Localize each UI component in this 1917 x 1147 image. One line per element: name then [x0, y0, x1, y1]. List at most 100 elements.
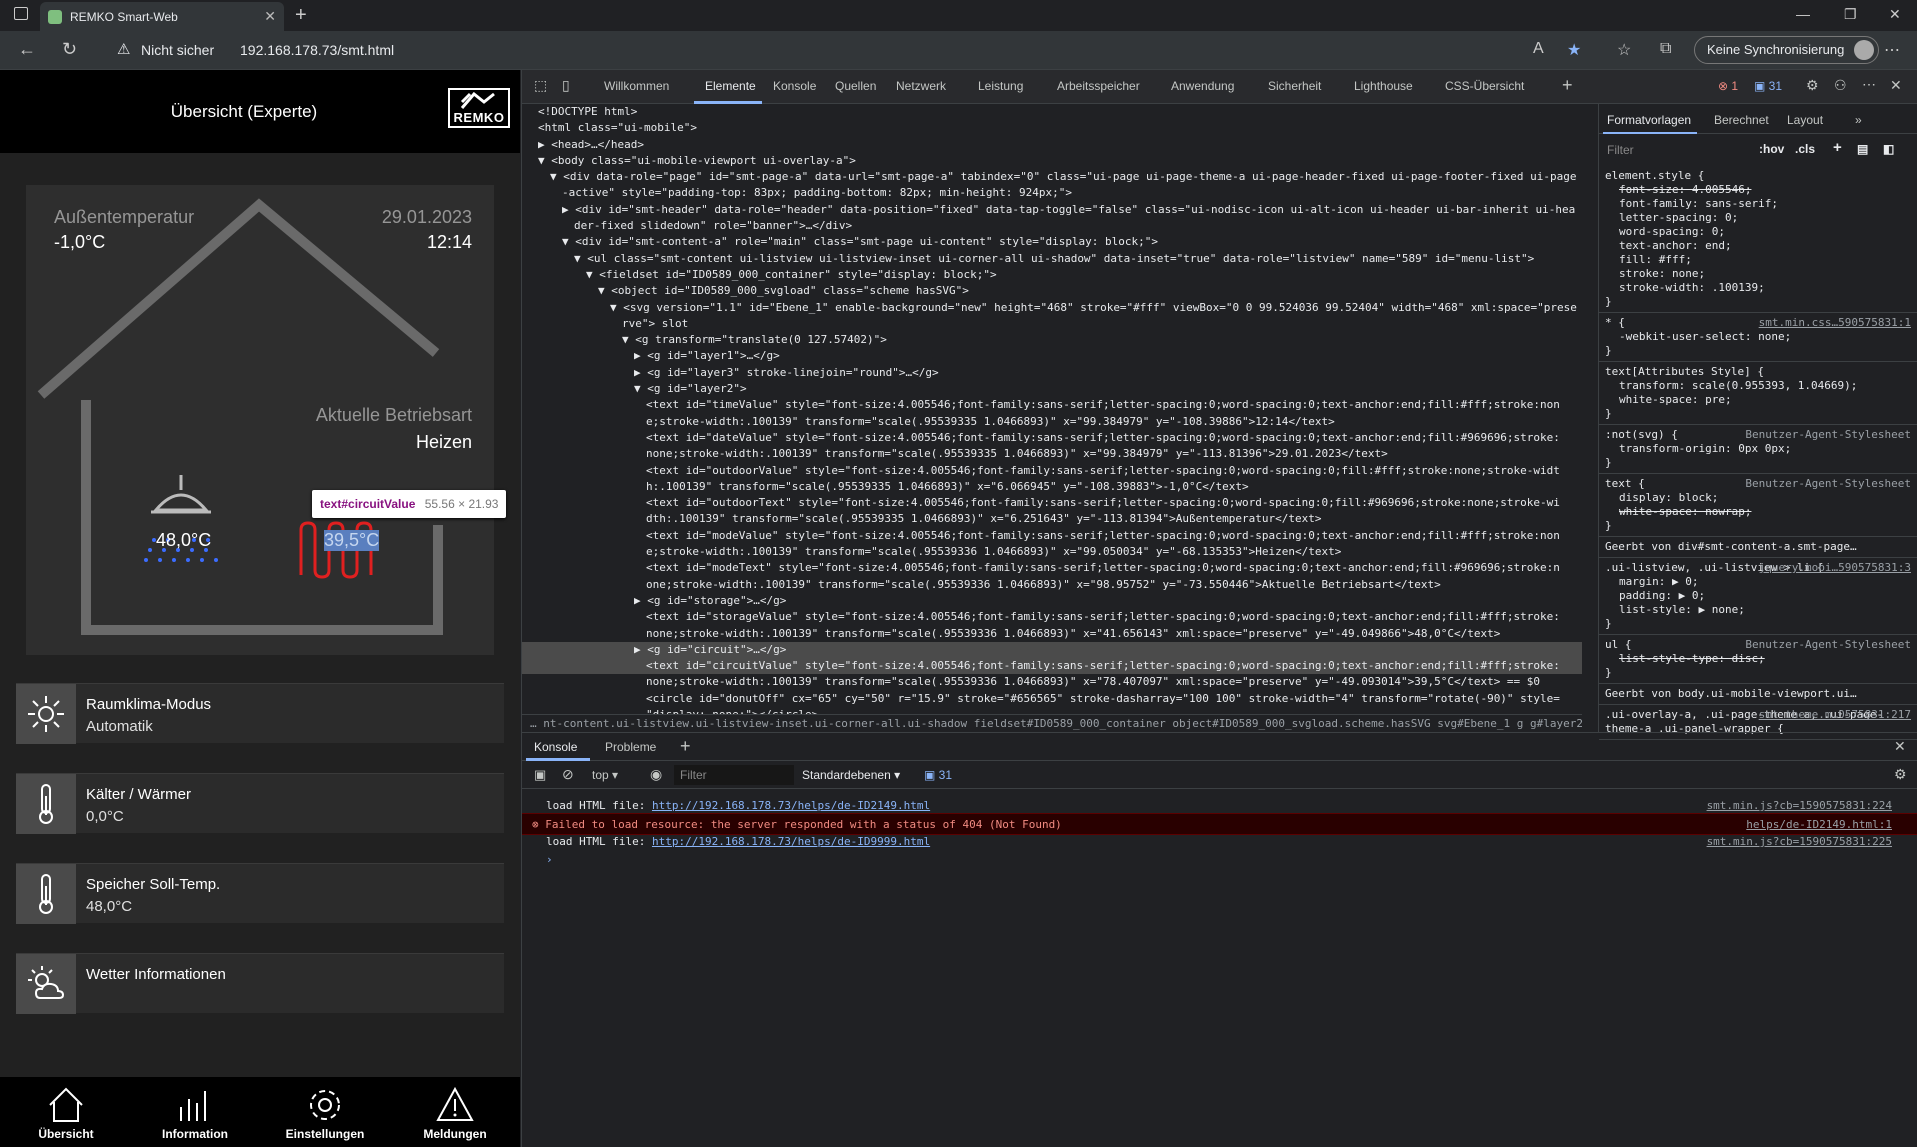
sync-button[interactable]: Keine Synchronisierung [1694, 36, 1880, 64]
nav-uebersicht[interactable]: Übersicht [1, 1077, 131, 1147]
tab-anwendung[interactable]: Anwendung [1171, 79, 1234, 93]
read-aloud-icon[interactable]: A [1533, 40, 1544, 58]
dom-node-line[interactable]: ▶ <g id="layer1">…</g> [522, 348, 1582, 364]
tab-quellen[interactable]: Quellen [835, 79, 876, 93]
menu-item-kaelter-waermer[interactable]: Kälter / Wärmer 0,0°C [16, 773, 504, 834]
style-property[interactable]: list-style: ▶ none; [1605, 603, 1911, 617]
style-property[interactable]: letter-spacing: 0; [1605, 211, 1911, 225]
tab-actions-icon[interactable] [14, 7, 28, 20]
dom-node-line[interactable]: ▼ <fieldset id="ID0589_000_container" st… [522, 267, 1582, 283]
console-link[interactable]: http://192.168.178.73/helps/de-ID9999.ht… [652, 835, 930, 848]
nav-information[interactable]: Information [130, 1077, 260, 1147]
dom-node-line[interactable]: ▼ <body class="ui-mobile-viewport ui-ove… [522, 153, 1582, 169]
restore-icon[interactable]: ❐ [1844, 6, 1857, 23]
url-field[interactable]: 192.168.178.73/smt.html [240, 42, 394, 58]
dom-node-line[interactable]: <text id="dateValue" style="font-size:4.… [522, 430, 1582, 446]
style-rule[interactable]: element.style {font-size: 4.005546; font-… [1599, 166, 1917, 313]
clear-console-icon[interactable]: ⊘ [562, 766, 574, 783]
style-property[interactable]: text-anchor: end; [1605, 239, 1911, 253]
menu-item-raumklima[interactable]: Raumklima-Modus Automatik [16, 683, 504, 744]
add-tab-icon[interactable]: + [1562, 75, 1573, 96]
dom-node-line[interactable]: <text id="outdoorText" style="font-size:… [522, 495, 1582, 511]
issues-badge[interactable]: ▣ 31 [924, 768, 952, 782]
breadcrumb[interactable]: … nt-content.ui-listview.ui-listview-ins… [522, 714, 1582, 732]
sidebar-toggle-icon[interactable]: ◧ [1883, 142, 1894, 156]
dom-node-line[interactable]: <text id="modeText" style="font-size:4.0… [522, 560, 1582, 576]
new-rule-icon[interactable]: + [1833, 139, 1842, 156]
dom-node-line[interactable]: h:.100139" transform="scale(.95539335 1.… [522, 479, 1582, 495]
style-property[interactable]: font-family: sans-serif; [1605, 197, 1911, 211]
style-property[interactable]: stroke: none; [1605, 267, 1911, 281]
dom-node-line[interactable]: ▼ <svg version="1.1" id="Ebene_1" enable… [522, 300, 1582, 316]
browser-tab[interactable]: REMKO Smart-Web ✕ [40, 2, 284, 31]
dom-node-line[interactable]: ▼ <object id="ID0589_000_svgload" class=… [522, 283, 1582, 299]
close-drawer-icon[interactable]: ✕ [1894, 738, 1906, 755]
tab-konsole[interactable]: Konsole [773, 79, 816, 93]
dom-node-line[interactable]: der-fixed slidedown" role="banner">…</di… [522, 218, 1582, 234]
collections-icon[interactable]: ⧉ [1660, 40, 1671, 58]
drawer-tab-konsole[interactable]: Konsole [534, 740, 577, 754]
dom-node-line[interactable]: e;stroke-width:.100139" transform="scale… [522, 414, 1582, 430]
device-toggle-icon[interactable]: ▯ [562, 77, 570, 94]
context-select[interactable]: top ▾ [592, 768, 618, 782]
console-settings-icon[interactable]: ⚙ [1894, 766, 1907, 783]
dom-node-line[interactable]: ▼ <ul class="smt-content ui-listview ui-… [522, 251, 1582, 267]
style-rule[interactable]: * {smt.min.css…590575831:1 -webkit-user-s… [1599, 313, 1917, 362]
dom-node-line[interactable]: ▶ <div id="smt-header" data-role="header… [522, 202, 1582, 218]
dom-node-line[interactable]: <text id="circuitValue" style="font-size… [522, 658, 1582, 675]
close-devtools-icon[interactable]: ✕ [1890, 77, 1902, 94]
add-drawer-tab-icon[interactable]: + [680, 736, 691, 757]
levels-select[interactable]: Standardebenen ▾ [802, 768, 900, 782]
dom-node-line[interactable]: e;stroke-width:.100139" transform="scale… [522, 544, 1582, 560]
style-property[interactable]: white-space: pre; [1605, 393, 1911, 407]
dom-node-line[interactable]: <!DOCTYPE html> [522, 104, 1582, 120]
dom-node-line[interactable]: <text id="storageValue" style="font-size… [522, 609, 1582, 625]
minimize-icon[interactable]: — [1796, 6, 1810, 22]
dom-node-line[interactable]: <text id="outdoorValue" style="font-size… [522, 463, 1582, 479]
dom-node-line[interactable]: ▼ <div data-role="page" id="smt-page-a" … [522, 169, 1582, 185]
hov-button[interactable]: :hov [1759, 142, 1784, 156]
new-tab-icon[interactable]: + [295, 4, 307, 27]
style-rule[interactable]: .ui-listview, .ui-listview > li {jquery.… [1599, 558, 1917, 635]
dom-node-line[interactable]: ▼ <div id="smt-content-a" role="main" cl… [522, 234, 1582, 250]
dom-node-line[interactable]: "display: none;"></circle> [522, 707, 1582, 714]
menu-item-speicher-soll[interactable]: Speicher Soll-Temp. 48,0°C [16, 863, 504, 924]
tab-netzwerk[interactable]: Netzwerk [896, 79, 946, 93]
style-property[interactable]: word-spacing: 0; [1605, 225, 1911, 239]
dom-node-line[interactable]: dth:.100139" transform="scale(.95539335 … [522, 511, 1582, 527]
tab-layout[interactable]: Layout [1787, 113, 1823, 127]
more-menu-icon[interactable]: ⋯ [1884, 40, 1900, 60]
dom-node-line[interactable]: none;stroke-width:.100139" transform="sc… [522, 674, 1582, 690]
eye-icon[interactable]: ◉ [650, 766, 662, 783]
nav-einstellungen[interactable]: Einstellungen [260, 1077, 390, 1147]
console-filter-input[interactable]: Filter [674, 765, 794, 785]
inspect-icon[interactable]: ⬚ [534, 77, 547, 94]
style-rule[interactable]: text {Benutzer-Agent-Stylesheet display: … [1599, 474, 1917, 537]
favorites-icon[interactable]: ☆ [1617, 40, 1631, 60]
tab-sicherheit[interactable]: Sicherheit [1268, 79, 1321, 93]
style-property[interactable]: transform-origin: 0px 0px; [1605, 442, 1911, 456]
connect-icon[interactable]: ⚇ [1834, 77, 1847, 94]
dom-node-line[interactable]: <html class="ui-mobile"> [522, 120, 1582, 136]
dom-node-line[interactable]: -active" style="padding-top: 83px; paddi… [522, 185, 1582, 201]
favorite-star-icon[interactable]: ★ [1567, 40, 1581, 60]
dom-node-line[interactable]: one;stroke-width:.100139" transform="sca… [522, 577, 1582, 593]
rule-source[interactable]: jquery.mobi…590575831:3 [1759, 561, 1911, 575]
menu-item-wetter[interactable]: Wetter Informationen [16, 953, 504, 1014]
style-property[interactable]: list-style-type: disc; [1605, 652, 1911, 666]
dom-node-line[interactable]: ▼ <g transform="translate(0 127.57402)"> [522, 332, 1582, 348]
tab-css-uebersicht[interactable]: CSS-Übersicht [1445, 79, 1524, 93]
tab-elemente[interactable]: Elemente [705, 79, 756, 93]
dom-node-line[interactable]: <text id="modeValue" style="font-size:4.… [522, 528, 1582, 544]
security-status[interactable]: Nicht sicher [141, 42, 214, 58]
style-property[interactable]: -webkit-user-select: none; [1605, 330, 1911, 344]
warning-icon[interactable]: ⚠ [117, 40, 130, 58]
style-property[interactable]: fill: #fff; [1605, 253, 1911, 267]
dom-node-line[interactable]: <circle id="donutOff" cx="65" cy="50" r=… [522, 691, 1582, 707]
reload-icon[interactable]: ↻ [62, 39, 77, 60]
style-property[interactable]: margin: ▶ 0; [1605, 575, 1911, 589]
close-window-icon[interactable]: ✕ [1889, 6, 1901, 23]
dom-node-line[interactable]: <text id="timeValue" style="font-size:4.… [522, 397, 1582, 413]
dom-node-line[interactable]: none;stroke-width:.100139" transform="sc… [522, 446, 1582, 462]
tab-close-icon[interactable]: ✕ [264, 8, 276, 25]
